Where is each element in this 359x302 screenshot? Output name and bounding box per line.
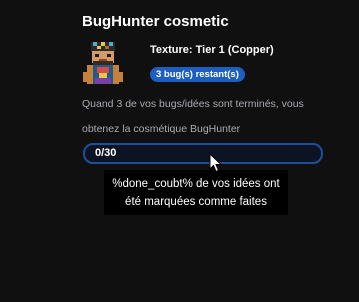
progress-label: 0/30 [95, 147, 117, 159]
card-title: BugHunter cosmetic [82, 13, 229, 30]
bughunter-card: BugHunter cosmetic Texture: Tier 1 (Copp… [0, 0, 359, 302]
arrow-cursor-icon [209, 152, 223, 173]
pixel-character-avatar-icon [83, 42, 123, 84]
progress-bar[interactable]: 0/30 [83, 143, 323, 164]
texture-label: Texture: Tier 1 (Copper) [150, 44, 274, 56]
progress-tooltip: %done_coubt% de vos idées ont été marqué… [104, 170, 288, 215]
remaining-bugs-badge: 3 bug(s) restant(s) [150, 67, 245, 82]
unlock-description: Quand 3 de vos bugs/idées sont terminés,… [82, 98, 304, 135]
